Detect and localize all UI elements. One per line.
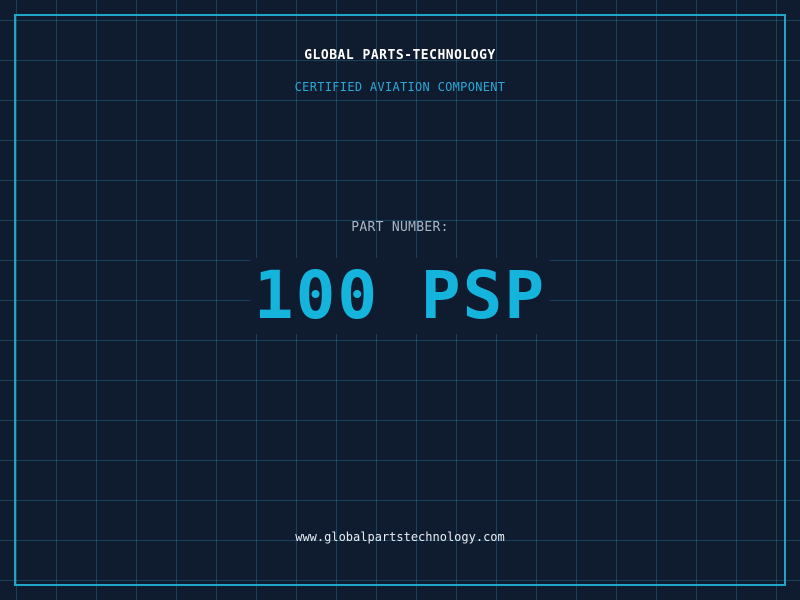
website-link[interactable]: www.globalpartstechnology.com bbox=[0, 530, 800, 544]
certificate-canvas: GLOBAL PARTS-TECHNOLOGY CERTIFIED AVIATI… bbox=[0, 0, 800, 600]
part-number-container: 100 PSP bbox=[0, 258, 800, 334]
part-number-label: PART NUMBER: bbox=[351, 220, 449, 235]
company-name: GLOBAL PARTS-TECHNOLOGY bbox=[304, 48, 496, 63]
part-number-value: 100 PSP bbox=[249, 258, 551, 334]
certification-tagline: CERTIFIED AVIATION COMPONENT bbox=[294, 80, 506, 94]
